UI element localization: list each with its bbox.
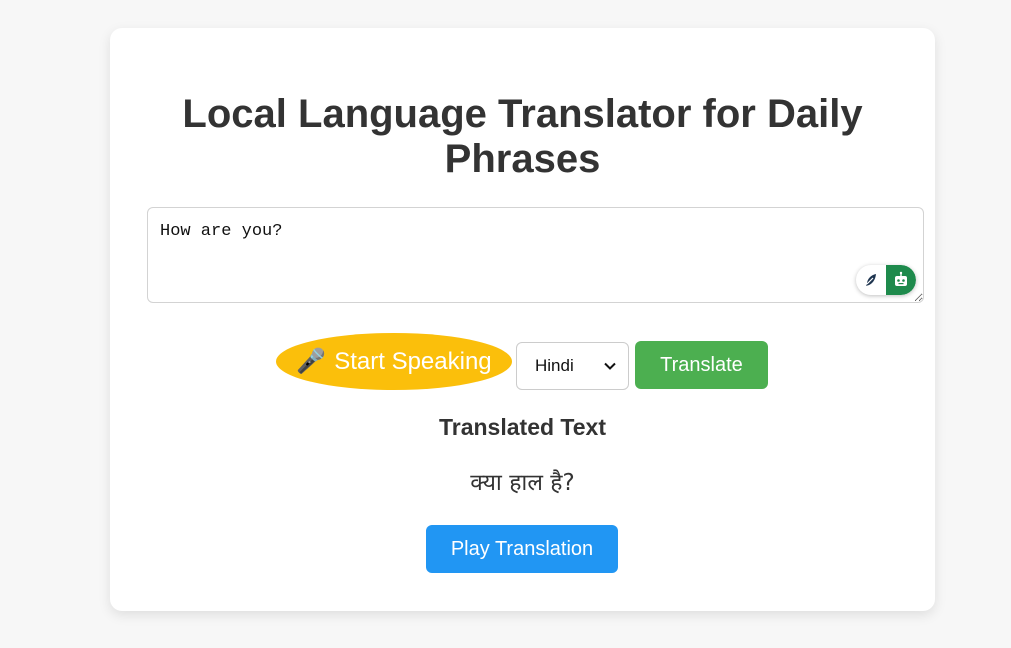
microphone-icon: 🎤 [296,348,327,375]
start-speaking-label: Start Speaking [334,347,492,375]
language-select-value: Hindi [535,356,574,375]
extension-widget[interactable] [856,265,916,295]
phrase-input[interactable]: How are you? [147,207,924,303]
chevron-down-icon [604,362,616,370]
play-translation-button[interactable]: Play Translation [426,525,618,573]
robot-icon[interactable] [886,265,916,295]
translated-text: क्या हाल है? [470,470,575,496]
translator-card: Local Language Translator for Daily Phra… [110,28,935,611]
translate-button[interactable]: Translate [635,341,768,389]
page-title: Local Language Translator for Daily Phra… [182,92,863,181]
phrase-input-wrapper: How are you? [147,207,924,303]
start-speaking-button[interactable]: 🎤 Start Speaking [276,333,512,390]
translated-text-heading: Translated Text [438,414,607,440]
controls-row: 🎤 Start Speaking Hindi Translate [110,333,935,395]
feather-icon[interactable] [856,265,886,295]
language-select[interactable]: Hindi [516,342,629,390]
